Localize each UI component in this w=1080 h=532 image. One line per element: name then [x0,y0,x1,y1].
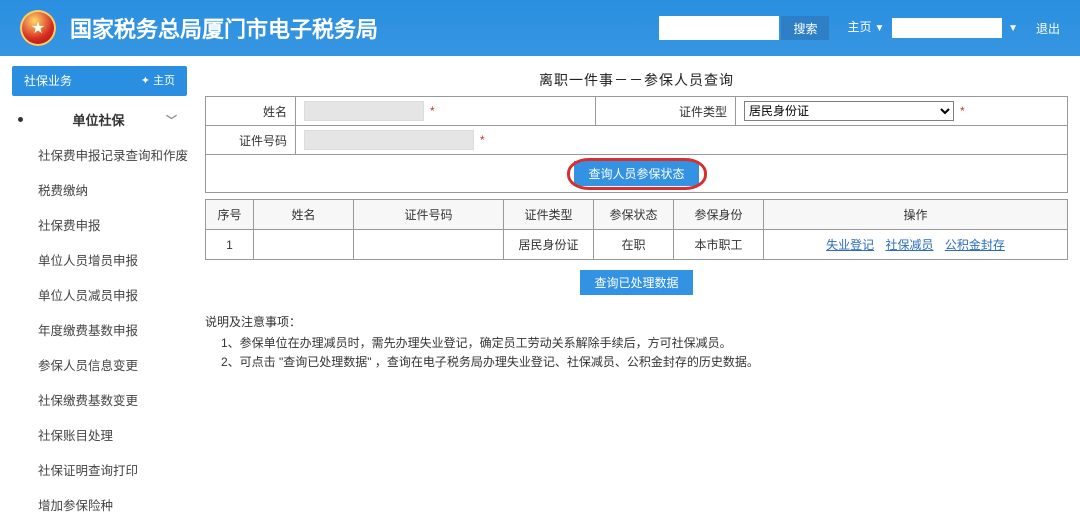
page-title: 离职一件事－－参保人员查询 [205,70,1068,90]
sidebar-item[interactable]: 社保缴费基数变更 [0,382,195,417]
logout-link[interactable]: 退出 [1036,20,1060,37]
sidebar: 社保业务 ✦ 主页 单位社保 ﹀ 社保费申报记录查询和作废 税费缴纳 社保费申报… [0,56,195,532]
site-title: 国家税务总局厦门市电子税务局 [70,12,378,44]
result-table: 序号 姓名 证件号码 证件类型 参保状态 参保身份 操作 1 居民身份证 在职 … [205,199,1068,260]
col-ops: 操作 [764,200,1068,230]
name-label: 姓名 [206,97,296,126]
required-star-icon: * [480,133,485,147]
required-star-icon: * [960,104,965,118]
col-status: 参保状态 [594,200,674,230]
op-link-reduce[interactable]: 社保减员 [885,238,933,252]
sidebar-item[interactable]: 社保费申报记录查询和作废 [0,137,195,172]
home-link[interactable]: 主页▼ ▼ [847,18,1018,38]
col-idtype: 证件类型 [504,200,594,230]
cell-idtype: 居民身份证 [504,230,594,260]
notes-title: 说明及注意事项： [205,313,1068,330]
notes-section: 说明及注意事项： 1、参保单位在办理减员时，需先办理失业登记，确定员工劳动关系解… [205,313,1068,370]
col-idnum: 证件号码 [354,200,504,230]
sidebar-item[interactable]: 社保账目处理 [0,417,195,452]
header-search-input[interactable] [659,16,779,40]
sidebar-item[interactable]: 税费缴纳 [0,172,195,207]
chevron-down-icon: ﹀ [166,112,177,128]
query-form: 姓名 * 证件类型 居民身份证 * 证件号码 * [205,96,1068,155]
top-header: ★ 国家税务总局厦门市电子税务局 搜索 主页▼ ▼ 退出 [0,0,1080,56]
emblem-icon: ★ [20,10,56,46]
sidebar-item[interactable]: 单位人员增员申报 [0,242,195,277]
sidebar-item[interactable]: 年度缴费基数申报 [0,312,195,347]
main-content: 离职一件事－－参保人员查询 姓名 * 证件类型 居民身份证 * 证件号码 * [195,56,1080,532]
sidebar-item[interactable]: 单位人员减员申报 [0,277,195,312]
sidebar-header: 社保业务 ✦ 主页 [12,66,187,96]
user-box [892,18,1002,38]
sidebar-item[interactable]: 增加参保险种 [0,487,195,522]
id-type-label: 证件类型 [596,97,736,126]
note-line: 1、参保单位在办理减员时，需先办理失业登记，确定员工劳动关系解除手续后，方可社保… [205,334,1068,351]
sidebar-home-button[interactable]: ✦ 主页 [141,66,175,96]
op-link-unemployment[interactable]: 失业登记 [826,238,874,252]
cell-status: 在职 [594,230,674,260]
header-search-button[interactable]: 搜索 [781,16,829,40]
sidebar-item[interactable]: 社保费申报 [0,207,195,242]
sidebar-title: 社保业务 [24,66,72,96]
col-index: 序号 [206,200,254,230]
cell-name [254,230,354,260]
id-number-label: 证件号码 [206,126,296,155]
processed-data-button[interactable]: 查询已处理数据 [580,270,692,295]
query-status-button[interactable]: 查询人员参保状态 [574,161,698,186]
col-identity: 参保身份 [674,200,764,230]
id-number-input[interactable] [304,130,474,150]
col-name: 姓名 [254,200,354,230]
query-button-row: 查询人员参保状态 [205,155,1068,193]
sidebar-item[interactable]: 参保人员信息变更 [0,347,195,382]
table-row: 1 居民身份证 在职 本市职工 失业登记 社保减员 公积金封存 [206,230,1068,260]
cell-index: 1 [206,230,254,260]
name-input[interactable] [304,101,424,121]
sidebar-group-label: 单位社保 [72,110,124,129]
sidebar-group[interactable]: 单位社保 ﹀ [0,102,195,137]
id-type-select[interactable]: 居民身份证 [744,101,954,121]
cell-idnum [354,230,504,260]
op-link-fund[interactable]: 公积金封存 [945,238,1005,252]
sidebar-item[interactable]: 社保证明查询打印 [0,452,195,487]
required-star-icon: * [430,104,435,118]
note-line: 2、可点击 "查询已处理数据" ，查询在电子税务局办理失业登记、社保减员、公积金… [205,353,1068,370]
home-link-label: 主页 [847,20,871,34]
dropdown-arrow-icon: ▼ [1008,23,1018,34]
cell-identity: 本市职工 [674,230,764,260]
cell-ops: 失业登记 社保减员 公积金封存 [764,230,1068,260]
dropdown-arrow-icon: ▼ [874,23,884,34]
